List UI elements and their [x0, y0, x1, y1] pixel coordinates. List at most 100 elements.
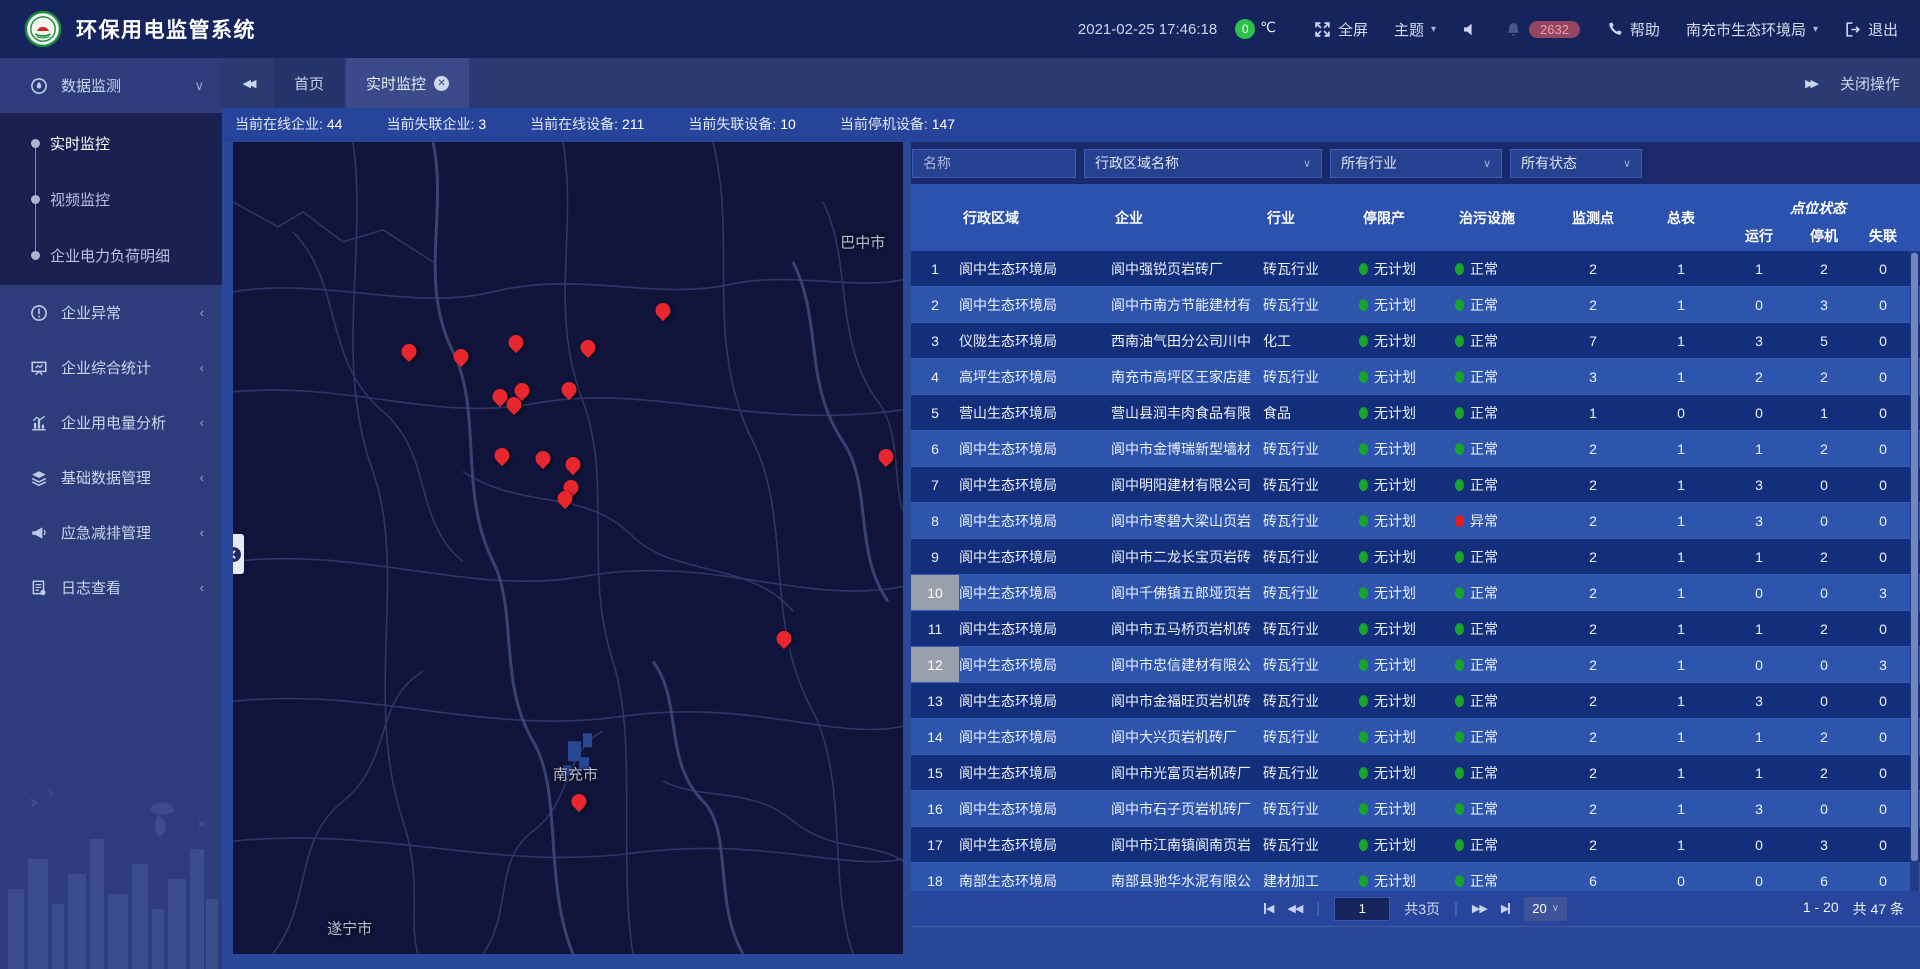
last-page-button[interactable]: ▶ — [1501, 902, 1510, 915]
table-scrollbar[interactable] — [1910, 251, 1919, 891]
mute-button[interactable] — [1462, 21, 1479, 38]
tab-0[interactable]: 首页 — [274, 58, 344, 108]
map-pin-10[interactable] — [536, 451, 551, 466]
page-number-input[interactable] — [1334, 897, 1390, 921]
map-pin-16[interactable] — [572, 794, 587, 809]
sidebar-item-1[interactable]: 企业异常‹ — [0, 285, 222, 340]
page-size-select[interactable]: 20 ∨ — [1524, 897, 1567, 921]
sidebar-item-2[interactable]: 企业综合统计‹ — [0, 340, 222, 395]
table-row-9[interactable]: 9阆中生态环境局阆中市二龙长宝页岩砖砖瓦行业无计划正常21120 — [911, 539, 1920, 575]
pollution-facility-cell: 正常 — [1455, 331, 1549, 351]
status-dot-green — [1455, 695, 1464, 707]
tabs-scroll-right-icon[interactable]: ▶▶ — [1805, 77, 1816, 90]
table-row-6[interactable]: 6阆中生态环境局阆中市金博瑞新型墙材砖瓦行业无计划正常21120 — [911, 431, 1920, 467]
map-panel[interactable]: 巴中市南充市遂宁市 — [233, 142, 903, 954]
map-pin-8[interactable] — [561, 382, 576, 397]
city-skyline-decoration — [0, 769, 222, 969]
pollution-facility-cell: 正常 — [1455, 691, 1549, 711]
prev-page-button[interactable]: ◀◀ — [1287, 902, 1302, 915]
map-pin-4[interactable] — [656, 303, 671, 318]
pollution-facility-cell: 正常 — [1455, 367, 1549, 387]
tab-close-icon[interactable]: ✕ — [434, 76, 449, 91]
bar-chart-icon — [30, 414, 48, 432]
column-header-5: 监测点 — [1549, 184, 1637, 251]
industry-select[interactable]: 所有行业 ∨ — [1330, 149, 1502, 178]
logout-label: 退出 — [1868, 19, 1898, 40]
first-page-button[interactable]: ◀ — [1264, 902, 1273, 915]
table-row-3[interactable]: 3仪陇生态环境局西南油气田分公司川中化工无计划正常71350 — [911, 323, 1920, 359]
map-pin-14[interactable] — [878, 449, 893, 464]
column-header-2: 行业 — [1263, 184, 1359, 251]
limit-production-cell: 无计划 — [1359, 619, 1455, 639]
map-pin-2[interactable] — [509, 335, 524, 350]
name-search-input[interactable] — [912, 149, 1076, 178]
table-row-5[interactable]: 5营山生态环境局营山县润丰肉食品有限食品无计划正常10010 — [911, 395, 1920, 431]
sidebar-item-0[interactable]: 数据监测∨ — [0, 58, 222, 113]
table-row-2[interactable]: 2阆中生态环境局阆中市南方节能建材有砖瓦行业无计划正常21030 — [911, 287, 1920, 323]
industry-cell: 砖瓦行业 — [1263, 727, 1359, 747]
scrollbar-thumb[interactable] — [1911, 253, 1918, 861]
fullscreen-button[interactable]: 全屏 — [1314, 19, 1368, 40]
map-pin-13[interactable] — [558, 491, 573, 506]
table-row-4[interactable]: 4高坪生态环境局南充市高坪区王家店建砖瓦行业无计划正常31220 — [911, 359, 1920, 395]
sidebar-subitem-1[interactable]: 视频监控 — [0, 171, 222, 227]
map-pin-9[interactable] — [495, 448, 510, 463]
region-select[interactable]: 行政区域名称 ∨ — [1084, 149, 1322, 178]
logout-button[interactable]: 退出 — [1844, 19, 1898, 40]
industry-cell: 砖瓦行业 — [1263, 691, 1359, 711]
table-row-8[interactable]: 8阆中生态环境局阆中市枣碧大梁山页岩砖瓦行业无计划异常21300 — [911, 503, 1920, 539]
map-pin-3[interactable] — [581, 340, 596, 355]
status-select[interactable]: 所有状态 ∨ — [1510, 149, 1642, 178]
table-row-12[interactable]: 12阆中生态环境局阆中市忠信建材有限公砖瓦行业无计划正常21003 — [911, 647, 1920, 683]
running-cell: 1 — [1725, 729, 1793, 745]
region-cell: 阆中生态环境局 — [959, 259, 1111, 279]
pollution-facility-cell: 正常 — [1455, 799, 1549, 819]
tab-1[interactable]: 实时监控✕ — [346, 58, 469, 108]
total-meter-cell: 1 — [1637, 729, 1725, 745]
table-row-11[interactable]: 11阆中生态环境局阆中市五马桥页岩机砖砖瓦行业无计划正常21120 — [911, 611, 1920, 647]
company-cell: 阆中强锐页岩砖厂 — [1111, 259, 1263, 279]
chevron-down-icon: ▾ — [1813, 24, 1818, 35]
status-dot-green — [1359, 335, 1368, 347]
top-header: 环保用电监管系统 2021-02-25 17:46:18 0 ℃ 全屏主题▾26… — [0, 0, 1920, 58]
bell-icon — [1505, 21, 1522, 38]
fullscreen-icon — [1314, 21, 1331, 38]
status-dot-green — [1359, 695, 1368, 707]
sidebar-item-5[interactable]: 应急减排管理‹ — [0, 505, 222, 560]
table-row-15[interactable]: 15阆中生态环境局阆中市光富页岩机砖厂砖瓦行业无计划正常21120 — [911, 755, 1920, 791]
sidebar-subitem-0[interactable]: 实时监控 — [0, 115, 222, 171]
sidebar-item-4[interactable]: 基础数据管理‹ — [0, 450, 222, 505]
theme-button[interactable]: 主题▾ — [1394, 19, 1436, 40]
table-row-17[interactable]: 17阆中生态环境局阆中市江南镇阆南页岩砖瓦行业无计划正常21030 — [911, 827, 1920, 863]
map-pin-0[interactable] — [401, 344, 416, 359]
table-row-1[interactable]: 1阆中生态环境局阆中强锐页岩砖厂砖瓦行业无计划正常21120 — [911, 251, 1920, 287]
notifications-button[interactable]: 2632 — [1505, 21, 1580, 38]
map-pin-1[interactable] — [453, 349, 468, 364]
limit-production-cell: 无计划 — [1359, 583, 1455, 603]
tabs-scroll-left-icon[interactable]: ◀◀ — [222, 58, 274, 108]
table-row-13[interactable]: 13阆中生态环境局阆中市金福旺页岩机砖砖瓦行业无计划正常21300 — [911, 683, 1920, 719]
org-button[interactable]: 南充市生态环境局▾ — [1686, 19, 1818, 40]
map-pin-15[interactable] — [777, 631, 792, 646]
table-row-16[interactable]: 16阆中生态环境局阆中市石子页岩机砖厂砖瓦行业无计划正常21300 — [911, 791, 1920, 827]
chevron-left-icon: ‹ — [200, 580, 204, 595]
pollution-facility-cell: 正常 — [1455, 583, 1549, 603]
region-cell: 阆中生态环境局 — [959, 619, 1111, 639]
help-button[interactable]: 帮助 — [1606, 19, 1660, 40]
table-row-10[interactable]: 10阆中生态环境局阆中千佛镇五郎垭页岩砖瓦行业无计划正常21003 — [911, 575, 1920, 611]
map-canvas[interactable] — [233, 142, 903, 954]
sidebar-item-3[interactable]: 企业用电量分析‹ — [0, 395, 222, 450]
sidebar-item-6[interactable]: 日志查看‹ — [0, 560, 222, 615]
table-row-18[interactable]: 18南部生态环境局南部县驰华水泥有限公建材加工无计划正常60060 — [911, 863, 1920, 891]
map-pin-7[interactable] — [515, 383, 530, 398]
sidebar-subitem-2[interactable]: 企业电力负荷明细 — [0, 227, 222, 283]
map-collapse-handle[interactable] — [233, 534, 244, 574]
table-body: 1阆中生态环境局阆中强锐页岩砖厂砖瓦行业无计划正常211202阆中生态环境局阆中… — [911, 251, 1920, 891]
total-meter-cell: 1 — [1637, 549, 1725, 565]
map-pin-11[interactable] — [565, 457, 580, 472]
next-page-button[interactable]: ▶▶ — [1472, 902, 1487, 915]
close-operations-button[interactable]: 关闭操作 — [1840, 73, 1900, 94]
table-row-14[interactable]: 14阆中生态环境局阆中大兴页岩机砖厂砖瓦行业无计划正常21120 — [911, 719, 1920, 755]
map-pin-6[interactable] — [506, 397, 521, 412]
table-row-7[interactable]: 7阆中生态环境局阆中明阳建材有限公司砖瓦行业无计划正常21300 — [911, 467, 1920, 503]
